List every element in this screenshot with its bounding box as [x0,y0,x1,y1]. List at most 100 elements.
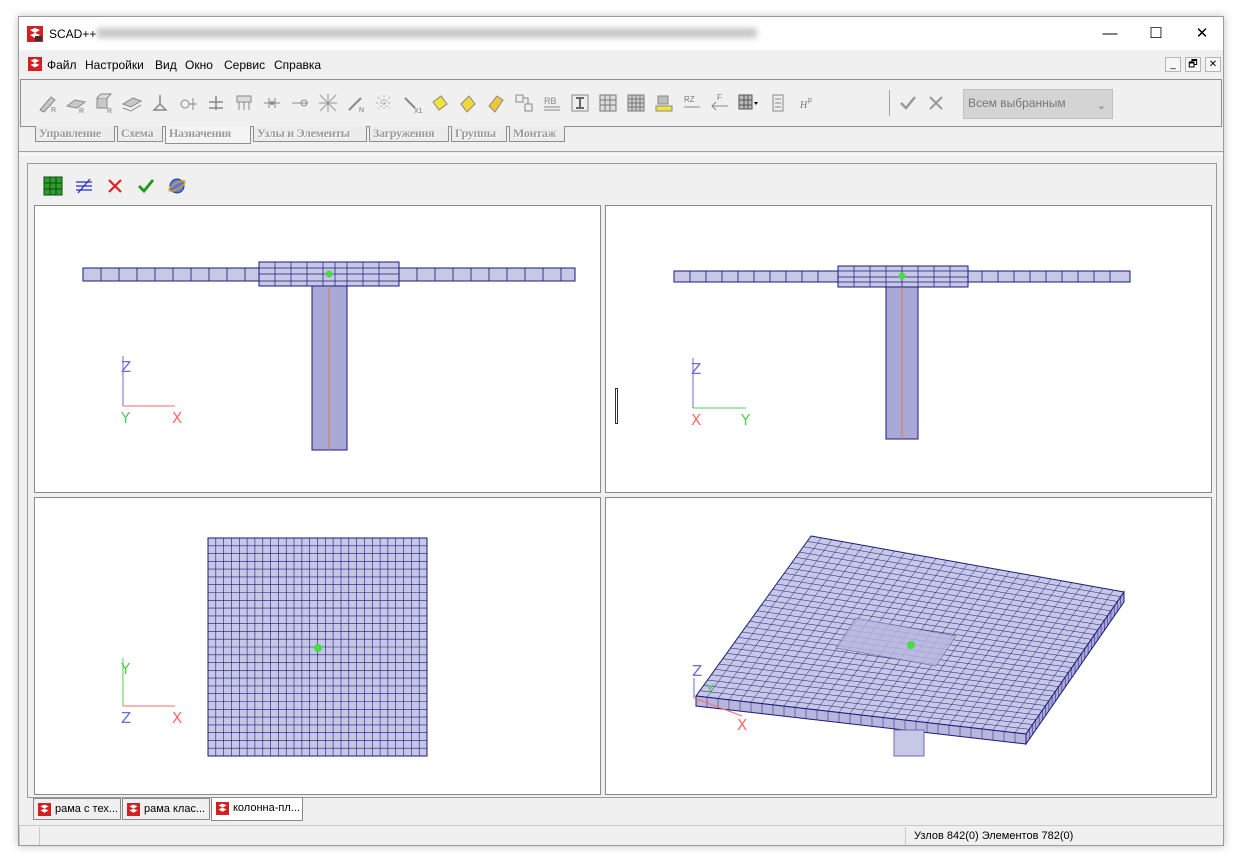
stiffness-layers-icon[interactable] [121,92,143,114]
doc-tab-column-plate[interactable]: колонна-пл... [211,797,303,821]
top-view-drawing: Y Z X [120,537,428,757]
title-path-redacted [97,28,757,38]
globe-rotate-icon[interactable] [167,176,187,196]
window-title: SCAD++ [49,27,97,41]
mdi-close-button[interactable]: ✕ [1205,57,1221,72]
cancel-x-icon[interactable] [925,92,947,114]
mdi-restore-button[interactable]: 🗗 [1185,57,1201,72]
mesh-dropdown-icon[interactable] [737,92,759,114]
axis-label-x: X [737,716,747,734]
axis-label-y: Y [705,683,714,698]
menu-view[interactable]: Вид [155,58,177,72]
iso-view-drawing: Z Y X [692,535,1125,757]
viewport-splitter-handle[interactable] [615,388,618,424]
table-icon[interactable] [597,92,619,114]
svg-text:RZ: RZ [684,95,695,104]
mdi-minimize-button[interactable]: _ [1165,57,1181,72]
scad-logo-icon [127,803,140,816]
menu-settings[interactable]: Настройки [85,58,144,72]
doc-tab-frame-tech[interactable]: рама с тех... [33,798,121,820]
axis-label-z: Z [121,358,131,376]
delete-x-icon[interactable] [105,176,125,196]
status-cell [19,827,39,845]
viewport-front[interactable]: Z Y X [34,205,601,493]
tab-montage[interactable]: Монтаж [509,126,565,142]
element-groups-icon[interactable] [513,92,535,114]
grid-table-icon[interactable] [625,92,647,114]
rebar-icon[interactable]: RB [541,92,563,114]
mesh-settings-icon[interactable] [317,92,339,114]
elastic-base-icon[interactable] [233,92,255,114]
node-joints-icon[interactable] [261,92,283,114]
menu-window[interactable]: Окно [185,58,213,72]
title-bar: SCAD++ — ☐ ✕ [19,17,1223,50]
front-view-drawing: Z Y X [82,261,576,451]
orientation-icon[interactable] [373,92,395,114]
formula-icon[interactable]: Hp [797,92,819,114]
menu-file[interactable]: Файл [47,58,77,72]
supports-icon[interactable] [149,92,171,114]
rz-icon[interactable]: RZ [681,92,703,114]
tab-management[interactable]: Управление [35,126,115,142]
side-view-drawing: Z X Y [673,265,1131,440]
svg-text:F: F [717,93,722,102]
document-window: Z Y X Z X Y Y Z X Z Y X [27,163,1217,798]
axis-label-z: Z [692,662,702,680]
tab-nodes-elements[interactable]: Узлы и Элементы [253,126,367,142]
doc-tab-label: колонна-пл... [233,802,300,814]
doc-tab-frame-class[interactable]: рама клас... [122,798,210,820]
assign-yellow-icon[interactable] [429,92,451,114]
axis-x1-icon[interactable]: X1 [401,92,423,114]
axis-label-x: X [172,409,182,427]
selection-scope-value: Всем выбранным [968,96,1066,110]
axis-label-z: Z [121,709,131,727]
axis-label-y: Y [120,409,131,427]
stiffness-plate-icon[interactable]: R [65,92,87,114]
force-icon[interactable]: F [709,92,731,114]
rigid-insert-icon[interactable] [205,92,227,114]
axis-label-x: X [172,709,182,727]
scad-logo-icon [38,803,51,816]
tab-scheme[interactable]: Схема [117,126,163,142]
scad-logo-icon [27,26,43,42]
confirm-check-icon[interactable] [136,176,156,196]
fragment-grid-icon[interactable] [43,176,63,196]
svg-text:R: R [51,107,56,114]
doc-tab-label: рама клас... [144,803,206,815]
tab-assignments[interactable]: Назначения [165,126,251,144]
highlight-icon[interactable] [653,92,675,114]
stiffness-solid-icon[interactable]: R [93,92,115,114]
status-counts: Узлов 842(0) Элементов 782(0) [914,830,1074,842]
scad-logo-icon [216,802,229,815]
viewport-top[interactable]: Y Z X [34,497,601,795]
workspace-divider [19,151,1223,155]
hinges-icon[interactable] [177,92,199,114]
tab-groups[interactable]: Группы [451,126,507,142]
maximize-button[interactable]: ☐ [1133,17,1179,50]
steel-section-icon[interactable] [569,92,591,114]
menu-service[interactable]: Сервис [224,58,265,72]
status-bar: Узлов 842(0) Элементов 782(0) [19,825,1223,845]
axis-label-x: X [691,411,701,429]
assign-yellow-3-icon[interactable] [485,92,507,114]
tab-loads[interactable]: Загружения [369,126,449,142]
node-release-icon[interactable] [289,92,311,114]
document-logo-icon[interactable] [28,57,42,71]
close-button[interactable]: ✕ [1179,17,1223,50]
menu-help[interactable]: Справка [274,58,321,72]
selection-scope-dropdown[interactable]: Всем выбранным ⌄ [963,89,1113,119]
stiffness-rod-icon[interactable]: R [37,92,59,114]
axis-label-z: Z [691,360,701,378]
viewport-iso[interactable]: Z Y X [605,497,1212,795]
minimize-button[interactable]: — [1087,17,1133,50]
axis-label-y: Y [120,660,131,678]
local-axes-icon[interactable]: N [345,92,367,114]
viewport-side[interactable]: Z X Y [605,205,1212,493]
chevron-down-icon: ⌄ [1096,100,1106,112]
filter-lines-icon[interactable] [74,176,94,196]
apply-check-icon[interactable] [897,92,919,114]
assign-yellow-2-icon[interactable] [457,92,479,114]
nodes-list-icon[interactable] [769,92,791,114]
toolbar-separator [889,90,890,116]
svg-text:R: R [107,108,112,114]
